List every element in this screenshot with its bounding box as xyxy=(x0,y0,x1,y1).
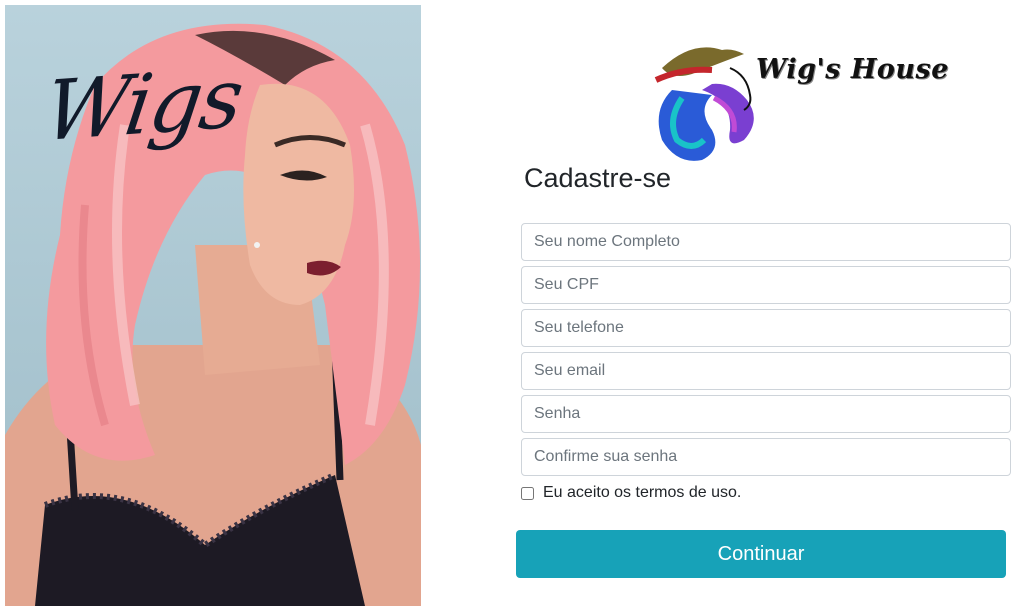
signup-page: Wigs Wig's House Cadastre-se Eu aceito o… xyxy=(0,0,1014,613)
cpf-input[interactable] xyxy=(521,266,1011,304)
full-name-input[interactable] xyxy=(521,223,1011,261)
terms-label[interactable]: Eu aceito os termos de uso. xyxy=(543,484,741,502)
logo-woman-icon xyxy=(654,47,754,161)
phone-input[interactable] xyxy=(521,309,1011,347)
hero-image: Wigs xyxy=(5,5,421,606)
password-input[interactable] xyxy=(521,395,1011,433)
terms-checkbox[interactable] xyxy=(521,486,534,500)
continue-button[interactable]: Continuar xyxy=(516,530,1006,578)
page-title: Cadastre-se xyxy=(524,163,672,193)
hero-script-text: Wigs xyxy=(38,50,248,161)
brand-logo: Wig's House xyxy=(652,40,948,168)
confirm-password-input[interactable] xyxy=(521,438,1011,476)
logo-text: Wig's House xyxy=(756,54,949,85)
terms-row: Eu aceito os termos de uso. xyxy=(521,484,741,502)
email-input[interactable] xyxy=(521,352,1011,390)
